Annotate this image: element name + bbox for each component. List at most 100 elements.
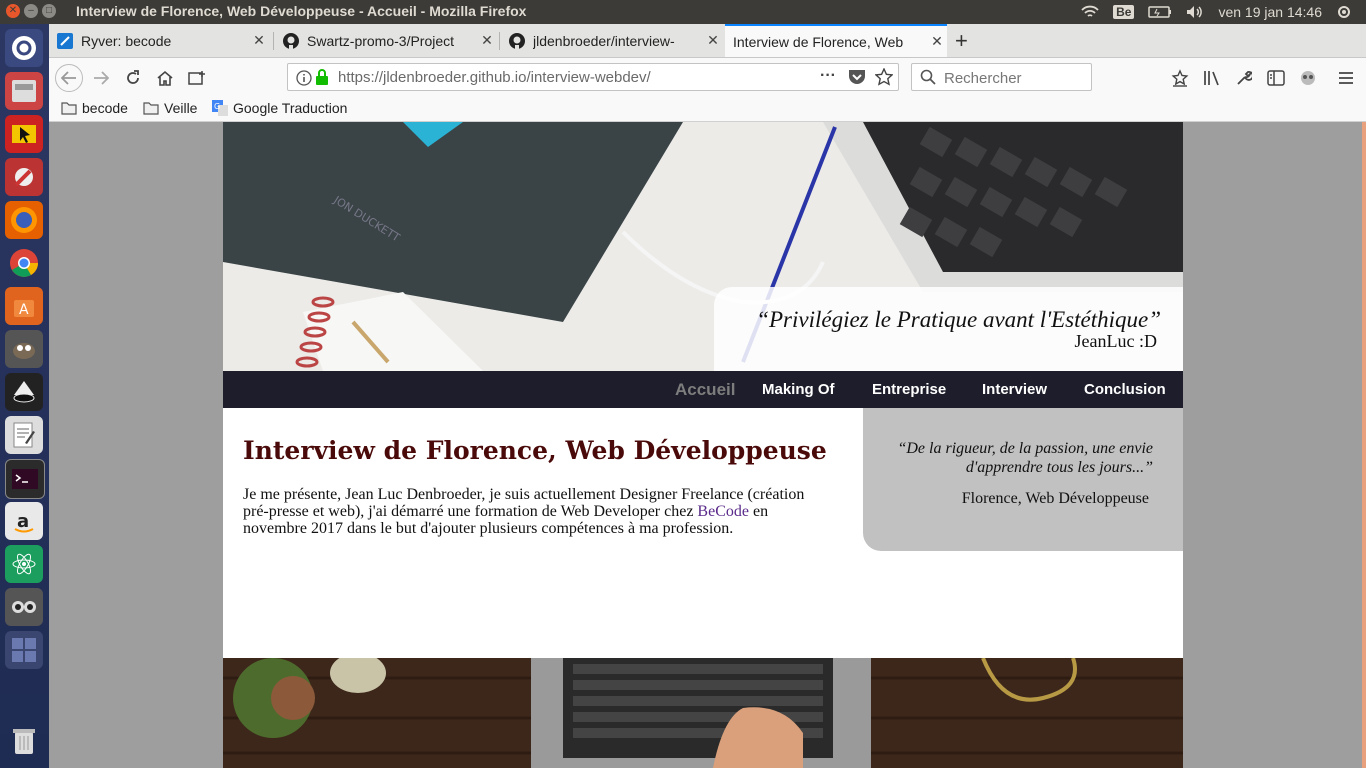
wifi-icon[interactable] bbox=[1081, 5, 1099, 19]
close-tab-icon[interactable]: ✕ bbox=[477, 32, 497, 49]
forward-button[interactable] bbox=[87, 64, 115, 92]
ryver-icon bbox=[57, 32, 73, 49]
pocket-icon[interactable] bbox=[848, 69, 866, 90]
bookmark-star-icon[interactable] bbox=[874, 67, 894, 91]
reload-button[interactable] bbox=[119, 64, 147, 92]
hero-quote: “Privilégiez le Pratique avant l'Estéthi… bbox=[756, 307, 1161, 332]
close-tab-icon[interactable]: ✕ bbox=[927, 33, 947, 50]
inkscape-icon[interactable] bbox=[5, 373, 43, 411]
ubuntu-dash-icon[interactable] bbox=[5, 29, 43, 67]
tab-separator bbox=[499, 32, 500, 50]
hero-image: JON DUCKETT “Privilégiez le Pratique ava… bbox=[223, 122, 1183, 371]
screenshot-button[interactable] bbox=[183, 64, 211, 92]
nav-making-of[interactable]: Making Of bbox=[762, 371, 835, 408]
nav-interview[interactable]: Interview bbox=[982, 371, 1047, 408]
power-gear-icon[interactable] bbox=[1336, 4, 1352, 20]
file-cabinet-icon[interactable] bbox=[5, 72, 43, 110]
tab-separator bbox=[273, 32, 274, 50]
intro-paragraph: Je me présente, Jean Luc Denbroeder, je … bbox=[243, 486, 823, 537]
pocket-library-button[interactable] bbox=[1166, 64, 1194, 92]
new-tab-button[interactable]: + bbox=[955, 28, 968, 54]
lock-icon[interactable] bbox=[315, 69, 329, 90]
keyboard-layout-indicator[interactable]: Be bbox=[1113, 5, 1135, 19]
system-tray: Be ven 19 jan 14:46 bbox=[1081, 0, 1366, 24]
back-button[interactable] bbox=[55, 64, 83, 92]
library-icon bbox=[1204, 71, 1219, 86]
maximize-window-button[interactable]: □ bbox=[42, 4, 56, 18]
nav-entreprise[interactable]: Entreprise bbox=[872, 371, 946, 408]
developer-tools-button[interactable] bbox=[1230, 64, 1258, 92]
extension-button[interactable] bbox=[1294, 64, 1322, 92]
workspaces-icon[interactable] bbox=[5, 631, 43, 669]
battery-icon[interactable] bbox=[1148, 6, 1172, 18]
window-controls: ✕ – □ bbox=[6, 4, 56, 18]
atom-icon[interactable] bbox=[5, 545, 43, 583]
bookmark-becode[interactable]: becode bbox=[61, 100, 128, 116]
library-button[interactable] bbox=[1198, 64, 1226, 92]
search-box[interactable] bbox=[911, 63, 1092, 91]
tab-jldenbroeder-interview[interactable]: jldenbroeder/interview- ✕ bbox=[501, 24, 723, 57]
home-icon bbox=[157, 70, 173, 86]
close-window-button[interactable]: ✕ bbox=[6, 4, 20, 18]
page-scrollbar[interactable] bbox=[1362, 122, 1366, 768]
clock[interactable]: ven 19 jan 14:46 bbox=[1218, 4, 1322, 20]
google-translate-icon: G bbox=[212, 100, 228, 116]
text-editor-icon[interactable] bbox=[5, 416, 43, 454]
window-title: Interview de Florence, Web Développeuse … bbox=[76, 3, 527, 19]
hero-quote-box: “Privilégiez le Pratique avant l'Estéthi… bbox=[714, 287, 1183, 371]
bookmark-label: Google Traduction bbox=[233, 100, 348, 116]
url-bar[interactable]: https://jldenbroeder.github.io/interview… bbox=[287, 63, 899, 91]
site-navigation: Accueil Making Of Entreprise Interview C… bbox=[223, 371, 1183, 408]
settings-tools-icon[interactable] bbox=[5, 158, 43, 196]
volume-icon[interactable] bbox=[1186, 5, 1204, 19]
terminal-icon[interactable] bbox=[5, 459, 45, 499]
amazon-icon[interactable]: a bbox=[5, 502, 43, 540]
url-text[interactable]: https://jldenbroeder.github.io/interview… bbox=[338, 69, 651, 86]
tab-swartz-promo[interactable]: Swartz-promo-3/Project ✕ bbox=[275, 24, 497, 57]
bookmark-google-traduction[interactable]: G Google Traduction bbox=[212, 100, 347, 116]
close-tab-icon[interactable]: ✕ bbox=[249, 32, 269, 49]
footer-image bbox=[223, 658, 1183, 768]
app-icon[interactable] bbox=[5, 115, 43, 153]
hamburger-menu-icon bbox=[1339, 72, 1353, 84]
home-button[interactable] bbox=[151, 64, 179, 92]
tab-interview-florence[interactable]: Interview de Florence, Web ✕ bbox=[725, 24, 947, 57]
software-center-icon[interactable]: A bbox=[5, 287, 43, 325]
bookmark-label: Veille bbox=[164, 100, 198, 116]
gimp-icon[interactable] bbox=[5, 330, 43, 368]
url-host: https://jldenbroeder.github.io bbox=[338, 69, 527, 86]
menu-button[interactable] bbox=[1332, 64, 1360, 92]
tab-label: Swartz-promo-3/Project bbox=[307, 32, 455, 49]
chrome-icon[interactable] bbox=[5, 244, 43, 282]
folder-icon bbox=[143, 102, 159, 115]
sidebar-quote-author: Florence, Web Développeuse bbox=[961, 490, 1149, 507]
tab-label: Interview de Florence, Web bbox=[733, 33, 904, 50]
wrench-icon bbox=[1237, 71, 1252, 85]
tab-ryver[interactable]: Ryver: becode ✕ bbox=[49, 24, 269, 57]
info-icon[interactable] bbox=[296, 70, 312, 91]
close-tab-icon[interactable]: ✕ bbox=[703, 32, 723, 49]
hero-quote-author: JeanLuc :D bbox=[1074, 331, 1157, 351]
os-top-bar: ✕ – □ Interview de Florence, Web Dévelop… bbox=[0, 0, 1366, 24]
url-path: /interview-webdev/ bbox=[526, 69, 651, 86]
page-actions-icon[interactable]: ··· bbox=[820, 67, 836, 85]
github-icon bbox=[283, 32, 299, 49]
bookmark-veille[interactable]: Veille bbox=[143, 100, 197, 116]
sidebar-quote: “De la rigueur, de la passion, une envie… bbox=[897, 440, 1153, 476]
page-title: Interview de Florence, Web Développeuse bbox=[243, 436, 827, 465]
downloads-star-icon bbox=[1171, 69, 1189, 87]
trash-icon[interactable] bbox=[5, 722, 43, 760]
firefox-icon[interactable] bbox=[5, 201, 43, 239]
svg-text:a: a bbox=[17, 511, 29, 532]
minimize-window-button[interactable]: – bbox=[24, 4, 38, 18]
search-input[interactable] bbox=[942, 67, 1086, 89]
becode-link[interactable]: BeCode bbox=[697, 503, 749, 520]
forward-arrow-icon bbox=[94, 71, 109, 85]
app-icon-2[interactable] bbox=[5, 588, 43, 626]
folder-icon bbox=[61, 102, 77, 115]
sidebar-button[interactable] bbox=[1262, 64, 1290, 92]
nav-accueil[interactable]: Accueil bbox=[675, 371, 735, 408]
github-icon bbox=[509, 32, 525, 49]
nav-conclusion[interactable]: Conclusion bbox=[1084, 371, 1166, 408]
reload-icon bbox=[127, 70, 139, 84]
